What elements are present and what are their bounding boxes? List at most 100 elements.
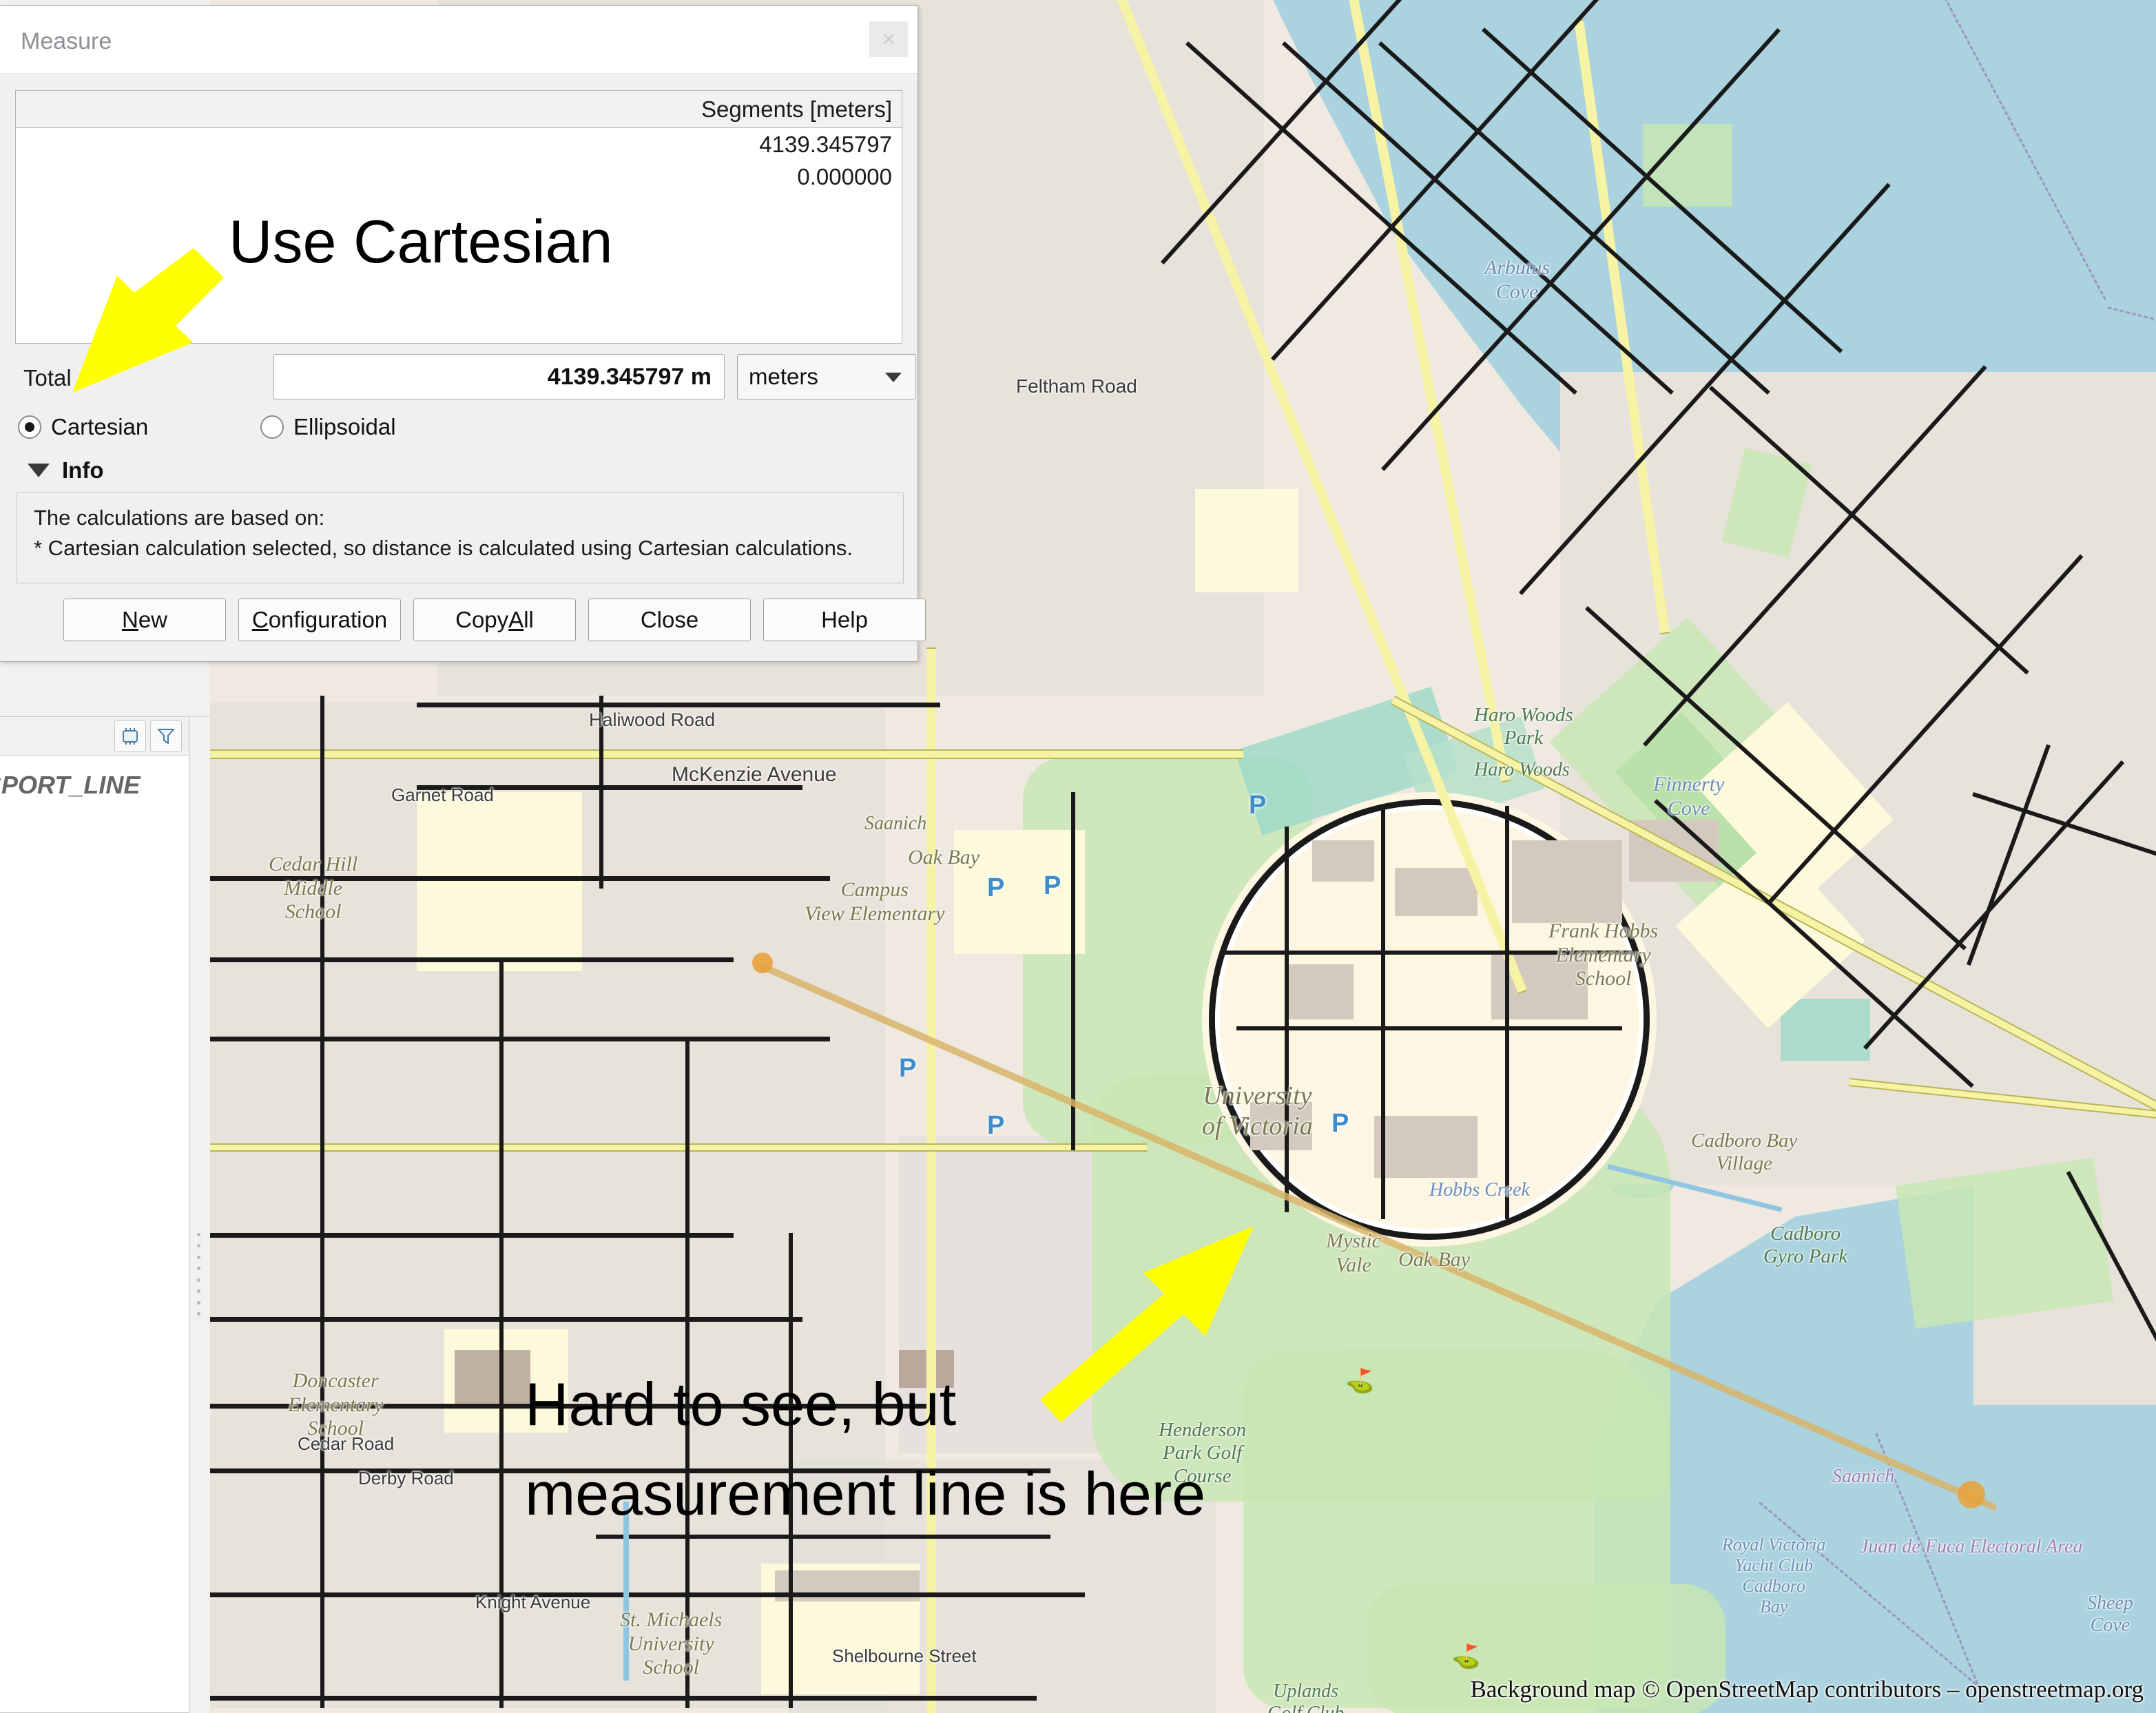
green-strip-east <box>1781 999 1870 1061</box>
info-line: The calculations are based on: <box>34 506 325 530</box>
building <box>1512 840 1622 923</box>
map-label: Frank Hobbs Elementary School <box>1548 920 1659 990</box>
dialog-title-bar[interactable]: Measure × <box>0 6 918 74</box>
parking-marker: P <box>1044 871 1061 900</box>
panel-splitter-handle[interactable] <box>196 1233 201 1316</box>
annotation-use-cartesian: Use Cartesian <box>229 207 613 276</box>
map-label: Saanich <box>864 813 927 834</box>
map-label: Haro Woods Park <box>1474 704 1573 749</box>
road-minor <box>596 1535 1050 1539</box>
triangle-down-icon <box>28 464 50 477</box>
map-label: Cedar Road <box>298 1433 395 1454</box>
building <box>1285 964 1354 1019</box>
map-label: Cedar Hill Middle School <box>269 853 358 923</box>
unit-select[interactable]: meters <box>737 354 916 399</box>
arrow-to-measurement-line <box>1040 1226 1254 1422</box>
map-label: Feltham Road <box>1016 375 1137 397</box>
map-label: Mystic Vale <box>1326 1229 1381 1276</box>
dialog-title: Measure <box>21 28 112 54</box>
road-minor <box>210 957 734 962</box>
road-minor <box>210 1233 734 1238</box>
map-label: Haliwood Road <box>589 709 716 730</box>
info-section-toggle[interactable]: Info <box>28 457 103 484</box>
measurement-vertex-start <box>752 953 773 973</box>
map-label: University of Victoria <box>1202 1081 1313 1141</box>
close-button[interactable]: Close <box>588 599 751 641</box>
road-minor <box>210 1696 1037 1701</box>
parking-marker: P <box>1249 791 1267 820</box>
map-label: Cadboro Bay Village <box>1691 1130 1798 1175</box>
help-button[interactable]: Help <box>763 599 926 641</box>
radio-ellipsoidal[interactable]: Ellipsoidal <box>260 414 396 440</box>
copy-all-button[interactable]: Copy All <box>413 599 576 641</box>
segments-column-header: Segments [meters] <box>701 96 892 122</box>
golf-icon: ⛳ <box>1345 1368 1375 1394</box>
map-label: Hobbs Creek <box>1429 1179 1530 1201</box>
road-minor <box>1071 792 1075 1150</box>
configuration-button[interactable]: Configuration <box>238 599 401 641</box>
road-minor <box>210 1037 830 1041</box>
map-attribution: Background map © OpenStreetMap contribut… <box>1470 1676 2144 1703</box>
annotation-measurement-line-1: Hard to see, but <box>525 1370 957 1438</box>
map-label: UplandsGolf Club <box>1267 1681 1344 1713</box>
info-label: Info <box>62 457 104 483</box>
annotation-measurement-line-2: measurement line is here <box>525 1460 1206 1528</box>
map-label: Garnet Road <box>391 785 494 805</box>
table-row[interactable]: 4139.345797 <box>16 128 902 160</box>
building <box>1374 1116 1478 1178</box>
new-button[interactable]: New <box>63 599 226 641</box>
segments-table-header: Segments [meters] <box>16 91 902 128</box>
map-label: Shelbourne Street <box>832 1645 977 1666</box>
parking-marker: P <box>899 1054 917 1083</box>
total-value-field[interactable]: 4139.345797 m <box>273 354 725 399</box>
measurement-vertex-end <box>1958 1481 1985 1508</box>
school-ground-cedar-hill <box>417 792 582 971</box>
filter-icon[interactable] <box>150 720 182 752</box>
map-label: Campus View Elementary <box>805 878 945 925</box>
info-box: The calculations are based on: * Cartesi… <box>17 492 904 583</box>
screen-root: P P P P P P ⛳ ⛳ Arbutus Cove Finnerty Cove F… <box>0 0 2156 1713</box>
radio-ellipsoidal-label: Ellipsoidal <box>293 414 396 439</box>
building <box>1395 868 1478 916</box>
map-label: Knight Avenue <box>475 1592 591 1612</box>
map-label: Sheep Cove <box>2087 1592 2133 1637</box>
road-minor <box>320 696 324 1708</box>
road-major-shelbourne <box>926 647 936 1713</box>
dialog-button-row: New Configuration Copy All Close Help <box>63 599 926 641</box>
parking-marker: P <box>987 1111 1005 1140</box>
road-minor <box>210 1317 802 1322</box>
radio-dot <box>18 415 41 439</box>
table-row[interactable]: 0.000000 <box>16 160 902 193</box>
chevron-down-icon <box>885 373 902 382</box>
map-label: Oak Bay <box>1398 1248 1471 1271</box>
info-line: * Cartesian calculation selected, so dis… <box>34 536 853 560</box>
map-label: McKenzie Avenue <box>672 763 837 786</box>
attribute-table-panel[interactable]: SPORT_LINE <box>0 716 189 1713</box>
building <box>455 1350 530 1405</box>
road-campus <box>1381 806 1385 1219</box>
road-campus <box>1505 806 1509 1219</box>
total-label: Total <box>23 365 72 391</box>
memory-chip-icon[interactable] <box>114 720 146 752</box>
road-campus <box>1285 827 1289 1212</box>
park-cadboro-gyro <box>1895 1157 2114 1329</box>
map-label: St. Michaels University School <box>620 1608 723 1679</box>
road-major-cedar-hill-x <box>210 1143 1147 1152</box>
map-label: Arbutus Cove <box>1484 256 1551 303</box>
parking-marker: P <box>1331 1109 1349 1138</box>
golf-icon: ⛳ <box>1451 1643 1481 1670</box>
map-label: Haro Woods <box>1474 759 1570 780</box>
building <box>1312 840 1374 882</box>
map-label: Juan de Fuca Electoral Area <box>1860 1536 2083 1557</box>
road-minor <box>417 703 940 707</box>
school-ground-north <box>1195 489 1298 592</box>
map-label: Saanich <box>1832 1466 1895 1487</box>
map-label: Cadboro Gyro Park <box>1763 1223 1848 1268</box>
map-label: Doncaster Elementary School <box>288 1369 384 1440</box>
close-icon[interactable]: × <box>869 21 908 57</box>
map-label: Royal Victoria Yacht Club Cadboro Bay <box>1722 1535 1826 1617</box>
parking-marker: P <box>987 873 1005 902</box>
road-major-mckenzie <box>210 749 1243 759</box>
map-label: Oak Bay <box>908 846 980 869</box>
map-label: Derby Road <box>358 1468 454 1488</box>
